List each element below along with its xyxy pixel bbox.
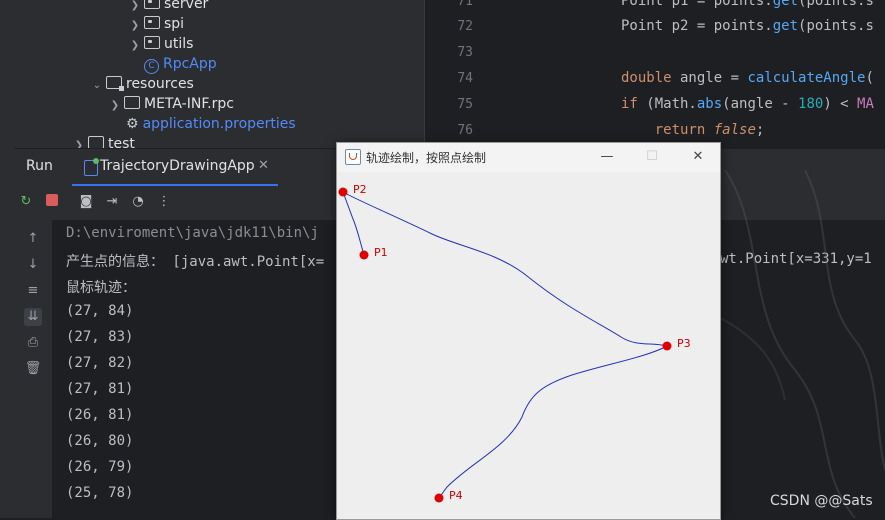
print-icon[interactable]: ⎙ [24, 334, 42, 352]
code-line: if (Math.abs(angle - 180) < MA [621, 96, 874, 112]
tree-item-resources[interactable]: ⌄ resources [90, 74, 194, 94]
line-number: 74 [457, 71, 473, 86]
camera-icon[interactable]: ◙ [78, 194, 94, 210]
window-title: 轨迹绘制，按照点绘制 [366, 151, 487, 165]
minimize-button[interactable]: — [592, 147, 622, 167]
point-marker-p3 [662, 341, 672, 351]
class-icon: C [144, 59, 159, 74]
line-gutter: 71 72 73 74 75 76 [425, 0, 485, 148]
package-icon [144, 36, 160, 49]
soft-wrap-icon[interactable]: ≡ [24, 282, 42, 300]
chevron-right-icon[interactable]: ❯ [108, 96, 122, 116]
tree-item-spi[interactable]: ❯ spi [128, 14, 184, 34]
tree-item-meta-inf[interactable]: ❯ META-INF.rpc [108, 94, 234, 114]
tree-item-rpcapp[interactable]: C RpcApp [142, 54, 217, 74]
console-line: (25, 78) [66, 485, 134, 501]
code-editor[interactable]: 71 72 73 74 75 76 Point p1 = points.get(… [424, 0, 885, 148]
gear-icon: ⚙ [126, 116, 139, 132]
window-titlebar[interactable]: 轨迹绘制，按照点绘制 — ☐ ✕ [337, 143, 720, 172]
line-number: 75 [457, 97, 473, 112]
chevron-right-icon[interactable]: ❯ [128, 36, 142, 56]
line-number: 76 [457, 123, 473, 138]
tree-item-application-properties[interactable]: ⚙ application.properties [124, 114, 296, 134]
point-marker-p4 [434, 493, 444, 503]
running-indicator-icon [93, 158, 99, 164]
code-line: return false; [654, 122, 765, 138]
point-label-p1: P1 [374, 246, 388, 259]
more-icon[interactable]: ⋮ [156, 194, 172, 210]
scroll-to-end-icon[interactable]: ⇊ [24, 308, 42, 326]
console-line: (27, 83) [66, 329, 134, 345]
run-label: Run [26, 158, 53, 174]
folder-icon [124, 96, 140, 109]
trajectory-svg: P1 P2 P3 P4 [338, 183, 691, 503]
close-icon[interactable]: ✕ [258, 158, 269, 173]
arrow-up-icon[interactable]: ↑ [24, 230, 42, 248]
close-button[interactable]: ✕ [683, 147, 713, 167]
profiler-icon[interactable]: ◔ [130, 194, 146, 210]
point-marker-p1 [359, 250, 369, 260]
java-icon [345, 149, 361, 165]
tree-item-utils[interactable]: ❯ utils [128, 34, 193, 54]
rerun-icon[interactable]: ↻ [18, 194, 34, 210]
console-line: 产生点的信息： [java.awt.Point[x= [66, 254, 325, 270]
tree-item-server[interactable]: ❯ server [128, 0, 208, 14]
line-number: 72 [457, 19, 473, 34]
line-number: 71 [457, 0, 473, 9]
point-label-p2: P2 [353, 183, 367, 196]
console-line: (26, 81) [66, 407, 134, 423]
arrow-down-icon[interactable]: ↓ [24, 256, 42, 274]
mouse-trajectory-path [342, 190, 669, 499]
console-line: (27, 84) [66, 303, 134, 319]
maximize-button[interactable]: ☐ [637, 147, 667, 167]
tab-trajectory-drawing-app[interactable]: TrajectoryDrawingApp ✕ [72, 149, 278, 187]
trash-icon[interactable]: 🗑 [24, 360, 42, 378]
stop-icon [46, 194, 58, 206]
exit-icon[interactable]: ⇥ [104, 194, 120, 210]
trajectory-window[interactable]: 轨迹绘制，按照点绘制 — ☐ ✕ P1 P2 P3 P4 [336, 142, 721, 520]
code-line: Point p2 = points.get(points.s [621, 18, 874, 34]
project-tree: ❯ server ❯ spi ❯ utils C RpcApp ⌄ resources ❯… [14, 0, 424, 152]
console-line: 鼠标轨迹： [66, 280, 136, 296]
csdn-watermark: CSDN @@Sats [770, 493, 873, 509]
code-line: double angle = calculateAngle( [621, 70, 874, 86]
console-line: (26, 79) [66, 459, 134, 475]
console-line: (27, 82) [66, 355, 134, 371]
chevron-down-icon[interactable]: ⌄ [90, 76, 104, 96]
package-icon [144, 0, 160, 9]
left-tool-strip [0, 0, 15, 518]
point-marker-p2 [338, 187, 348, 197]
stop-button[interactable] [44, 194, 60, 210]
drawing-canvas[interactable]: P1 P2 P3 P4 [337, 172, 720, 519]
point-label-p4: P4 [449, 489, 463, 502]
chevron-right-icon[interactable]: ❯ [128, 16, 142, 36]
resources-folder-icon [106, 76, 124, 91]
code-line: Point p1 = points.get(points.s [621, 0, 874, 9]
console-line: (26, 80) [66, 433, 134, 449]
point-label-p3: P3 [677, 337, 691, 350]
console-line: (27, 81) [66, 381, 134, 397]
package-icon [144, 16, 160, 29]
tab-title: TrajectoryDrawingApp [100, 158, 255, 174]
line-number: 73 [457, 45, 473, 60]
console-line: D:\enviroment\java\jdk11\bin\j [66, 225, 319, 241]
console-side-tools: ↑ ↓ ≡ ⇊ ⎙ 🗑 [14, 220, 52, 518]
